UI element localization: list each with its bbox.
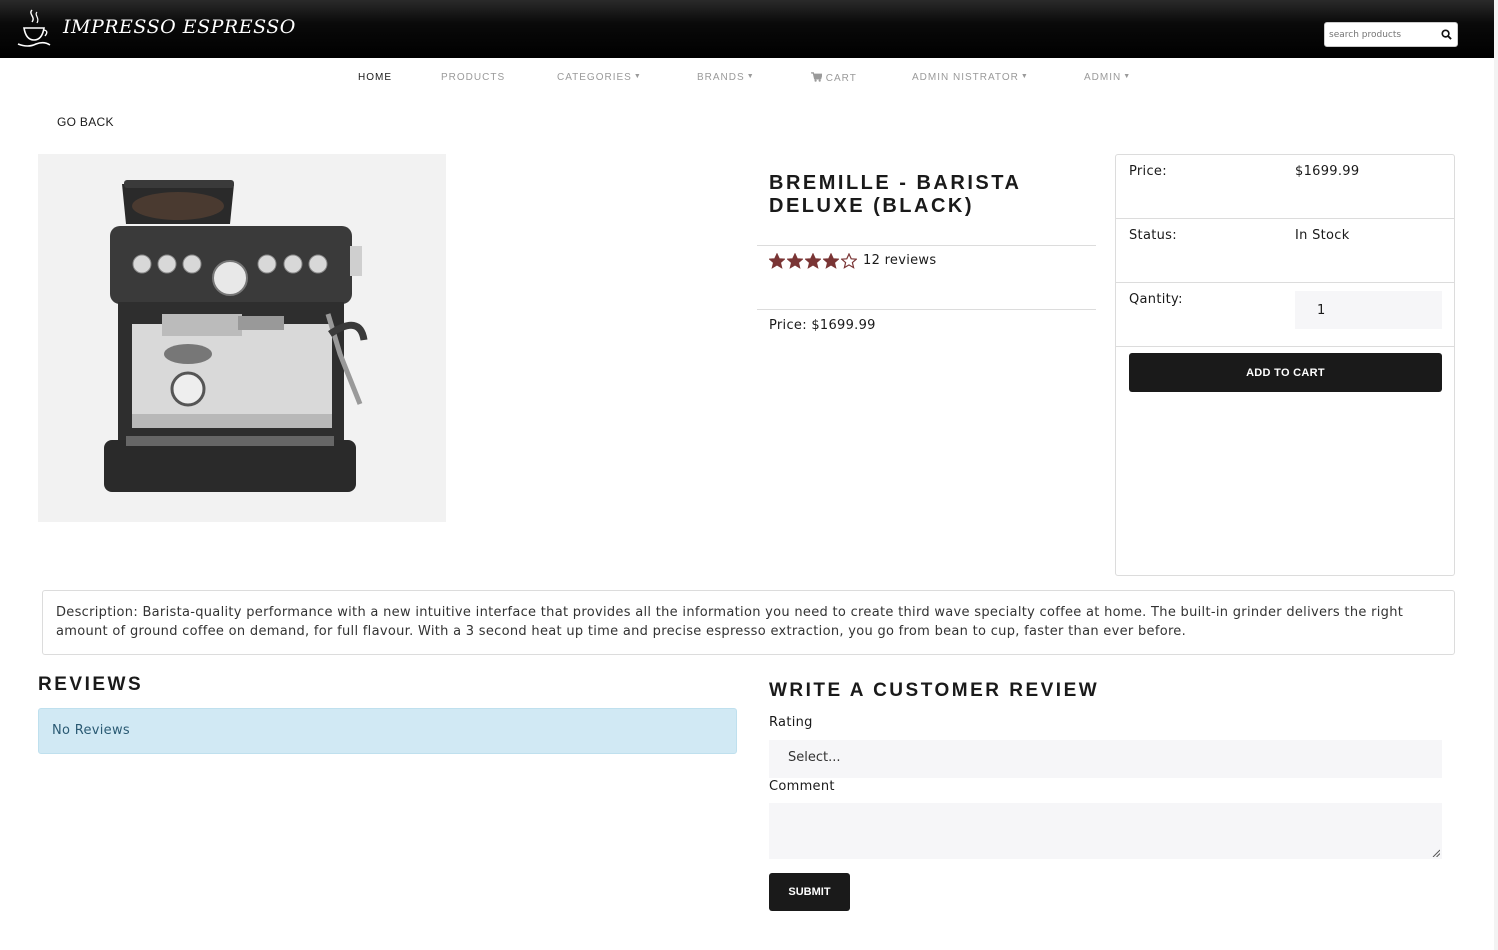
nav-user-label: ADMIN NISTRATOR <box>912 72 1019 83</box>
nav-admin-dropdown[interactable]: ADMIN ▼ <box>1084 72 1131 83</box>
product-description: Description: Barista-quality performance… <box>42 590 1455 655</box>
price-row: Price: $1699.99 <box>1116 155 1454 219</box>
quantity-row: Qantity: 1 <box>1116 283 1454 347</box>
price-label: Price: <box>1129 164 1167 179</box>
product-price: Price: $1699.99 <box>769 318 876 333</box>
star-filled-icon <box>769 253 785 269</box>
nav-user-dropdown[interactable]: ADMIN NISTRATOR ▼ <box>912 72 1029 83</box>
go-back-button[interactable]: GO BACK <box>57 115 114 129</box>
rating-stars <box>769 253 857 269</box>
caret-down-icon: ▼ <box>746 73 755 80</box>
comment-textarea[interactable] <box>769 803 1442 859</box>
caret-down-icon: ▼ <box>1020 73 1029 80</box>
price-value: $1699.99 <box>1295 164 1360 179</box>
scrollbar-track[interactable] <box>1494 0 1498 950</box>
reviews-heading: REVIEWS <box>38 674 144 695</box>
no-reviews-alert: No Reviews <box>38 708 737 754</box>
status-value: In Stock <box>1295 228 1350 243</box>
star-empty-icon <box>841 253 857 269</box>
caret-down-icon: ▼ <box>1123 73 1132 80</box>
status-label: Status: <box>1129 228 1177 243</box>
brand-logo-text[interactable]: Impresso Espresso <box>63 16 296 38</box>
coffee-cup-logo-icon[interactable] <box>14 8 52 50</box>
quantity-select[interactable]: 1 <box>1295 291 1442 329</box>
main-nav: HOME PRODUCTS CATEGORIES ▼ BRANDS ▼ CART A… <box>0 58 1494 98</box>
reviews-count: 12 reviews <box>863 253 937 268</box>
divider <box>757 309 1096 310</box>
quantity-label: Qantity: <box>1129 292 1183 307</box>
status-row: Status: In Stock <box>1116 219 1454 283</box>
nav-admin-label: ADMIN <box>1084 72 1122 83</box>
espresso-machine-illustration <box>104 180 368 492</box>
add-to-cart-button[interactable]: ADD TO CART <box>1129 353 1442 392</box>
cart-icon <box>811 72 823 82</box>
search-icon <box>1441 29 1452 40</box>
caret-down-icon: ▼ <box>633 73 642 80</box>
nav-cart-label: CART <box>825 73 857 84</box>
search-button[interactable] <box>1438 26 1455 43</box>
rating-select[interactable]: Select... <box>769 740 1442 778</box>
write-review-heading: WRITE A CUSTOMER REVIEW <box>769 680 1100 701</box>
rating-label: Rating <box>769 715 813 730</box>
star-filled-icon <box>823 253 839 269</box>
nav-brands-dropdown[interactable]: BRANDS ▼ <box>697 72 755 83</box>
submit-review-button[interactable]: SUBMIT <box>769 873 850 911</box>
nav-categories-dropdown[interactable]: CATEGORIES ▼ <box>557 72 642 83</box>
nav-brands-label: BRANDS <box>697 72 745 83</box>
resize-grip-icon[interactable] <box>1432 849 1440 857</box>
comment-label: Comment <box>769 779 835 794</box>
nav-categories-label: CATEGORIES <box>557 72 632 83</box>
purchase-card: Price: $1699.99 Status: In Stock Qantity… <box>1115 154 1455 576</box>
star-filled-icon <box>787 253 803 269</box>
product-title: BREMILLE - BARISTA DELUXE (BLACK) <box>769 172 1021 217</box>
search-box <box>1324 22 1458 47</box>
nav-products[interactable]: PRODUCTS <box>441 72 505 83</box>
search-input[interactable] <box>1325 23 1437 46</box>
nav-home[interactable]: HOME <box>358 72 392 83</box>
star-filled-icon <box>805 253 821 269</box>
divider <box>757 245 1096 246</box>
nav-cart[interactable]: CART <box>811 72 857 84</box>
product-image <box>38 154 446 522</box>
top-bar: Impresso Espresso <box>0 0 1494 58</box>
